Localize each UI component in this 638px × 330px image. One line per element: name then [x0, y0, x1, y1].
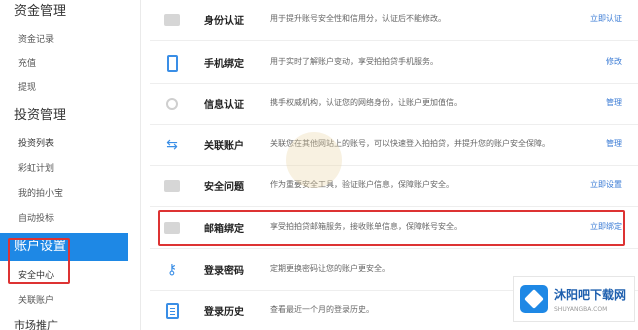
sidebar-item-auto-bid[interactable]: 自动投标	[18, 213, 54, 225]
sidebar-item-my-paixiaobao[interactable]: 我的拍小宝	[18, 188, 63, 200]
security-row-identity: 身份认证 用于提升账号安全性和信用分，认证后不能修改。 立即认证	[150, 0, 638, 40]
sidebar-item-fund-records[interactable]: 资金记录	[18, 34, 54, 46]
sidebar-section-title: 投资管理	[14, 108, 67, 123]
sidebar-item-security-center[interactable]: 安全中心	[18, 270, 54, 282]
logo-title: 沐阳吧下载网	[554, 288, 627, 302]
watermark-logo	[286, 132, 342, 188]
row-label: 登录历史	[204, 307, 244, 318]
verify-now-link[interactable]: 立即认证	[590, 13, 622, 24]
row-description: 用于提升账号安全性和信用分，认证后不能修改。	[270, 14, 446, 23]
manage-link[interactable]: 管理	[606, 97, 622, 108]
highlight-box	[158, 210, 625, 246]
security-question-icon	[162, 176, 182, 196]
row-label: 登录密码	[204, 266, 244, 277]
row-description: 查看最近一个月的登录历史。	[270, 305, 374, 314]
key-icon: ⚷	[166, 262, 178, 278]
sidebar-item-investment-list[interactable]: 投资列表	[18, 138, 54, 150]
row-description: 定期更换密码让您的账户更安全。	[270, 264, 390, 273]
row-divider	[150, 206, 638, 207]
sidebar-item-linked-accounts[interactable]: 关联账户	[18, 295, 54, 307]
row-label: 安全问题	[204, 182, 244, 193]
row-divider	[150, 40, 638, 41]
divider	[140, 0, 141, 330]
history-icon	[162, 301, 182, 321]
modify-link[interactable]: 修改	[606, 56, 622, 67]
sidebar: 资金管理 资金记录 充值 提现 投资管理 投资列表 彩虹计划 我的拍小宝 自动投…	[0, 0, 128, 330]
id-card-icon	[162, 10, 182, 30]
link-account-icon: ⇆	[166, 137, 178, 153]
phone-icon	[162, 53, 182, 73]
info-icon	[162, 94, 182, 114]
row-description: 携手权威机构，认证您的网络身份，让账户更加值信。	[270, 98, 462, 107]
security-row-security-question: 安全问题 作为重要安全工具，验证账户信息，保障账户安全。 立即设置	[150, 166, 638, 206]
manage-link[interactable]: 管理	[606, 138, 622, 149]
row-description: 用于实时了解账户变动，享受拍拍贷手机服务。	[270, 57, 438, 66]
sidebar-section-title: 市场推广	[14, 319, 58, 330]
logo-subtitle: SHUYANGBA.COM	[554, 306, 608, 313]
site-logo: 沐阳吧下载网 SHUYANGBA.COM	[513, 276, 635, 322]
security-row-info: 信息认证 携手权威机构，认证您的网络身份，让账户更加值信。 管理	[150, 84, 638, 124]
set-now-link[interactable]: 立即设置	[590, 179, 622, 190]
sidebar-item-rainbow-plan[interactable]: 彩虹计划	[18, 163, 54, 175]
row-label: 信息认证	[204, 100, 244, 111]
sidebar-section-title: 资金管理	[14, 4, 67, 19]
sidebar-item-recharge[interactable]: 充值	[18, 58, 36, 70]
row-label: 身份认证	[204, 16, 244, 27]
sidebar-item-withdraw[interactable]: 提现	[18, 82, 36, 94]
row-divider	[150, 248, 638, 249]
security-row-phone: 手机绑定 用于实时了解账户变动，享受拍拍贷手机服务。 修改	[150, 43, 638, 83]
logo-cube-icon	[520, 285, 548, 313]
row-label: 手机绑定	[204, 59, 244, 70]
row-label: 关联账户	[204, 141, 244, 152]
security-row-linked-account: ⇆ 关联账户 关联您在其他网站上的账号，可以快速登入拍拍贷，并提升您的账户安全保…	[150, 125, 638, 165]
